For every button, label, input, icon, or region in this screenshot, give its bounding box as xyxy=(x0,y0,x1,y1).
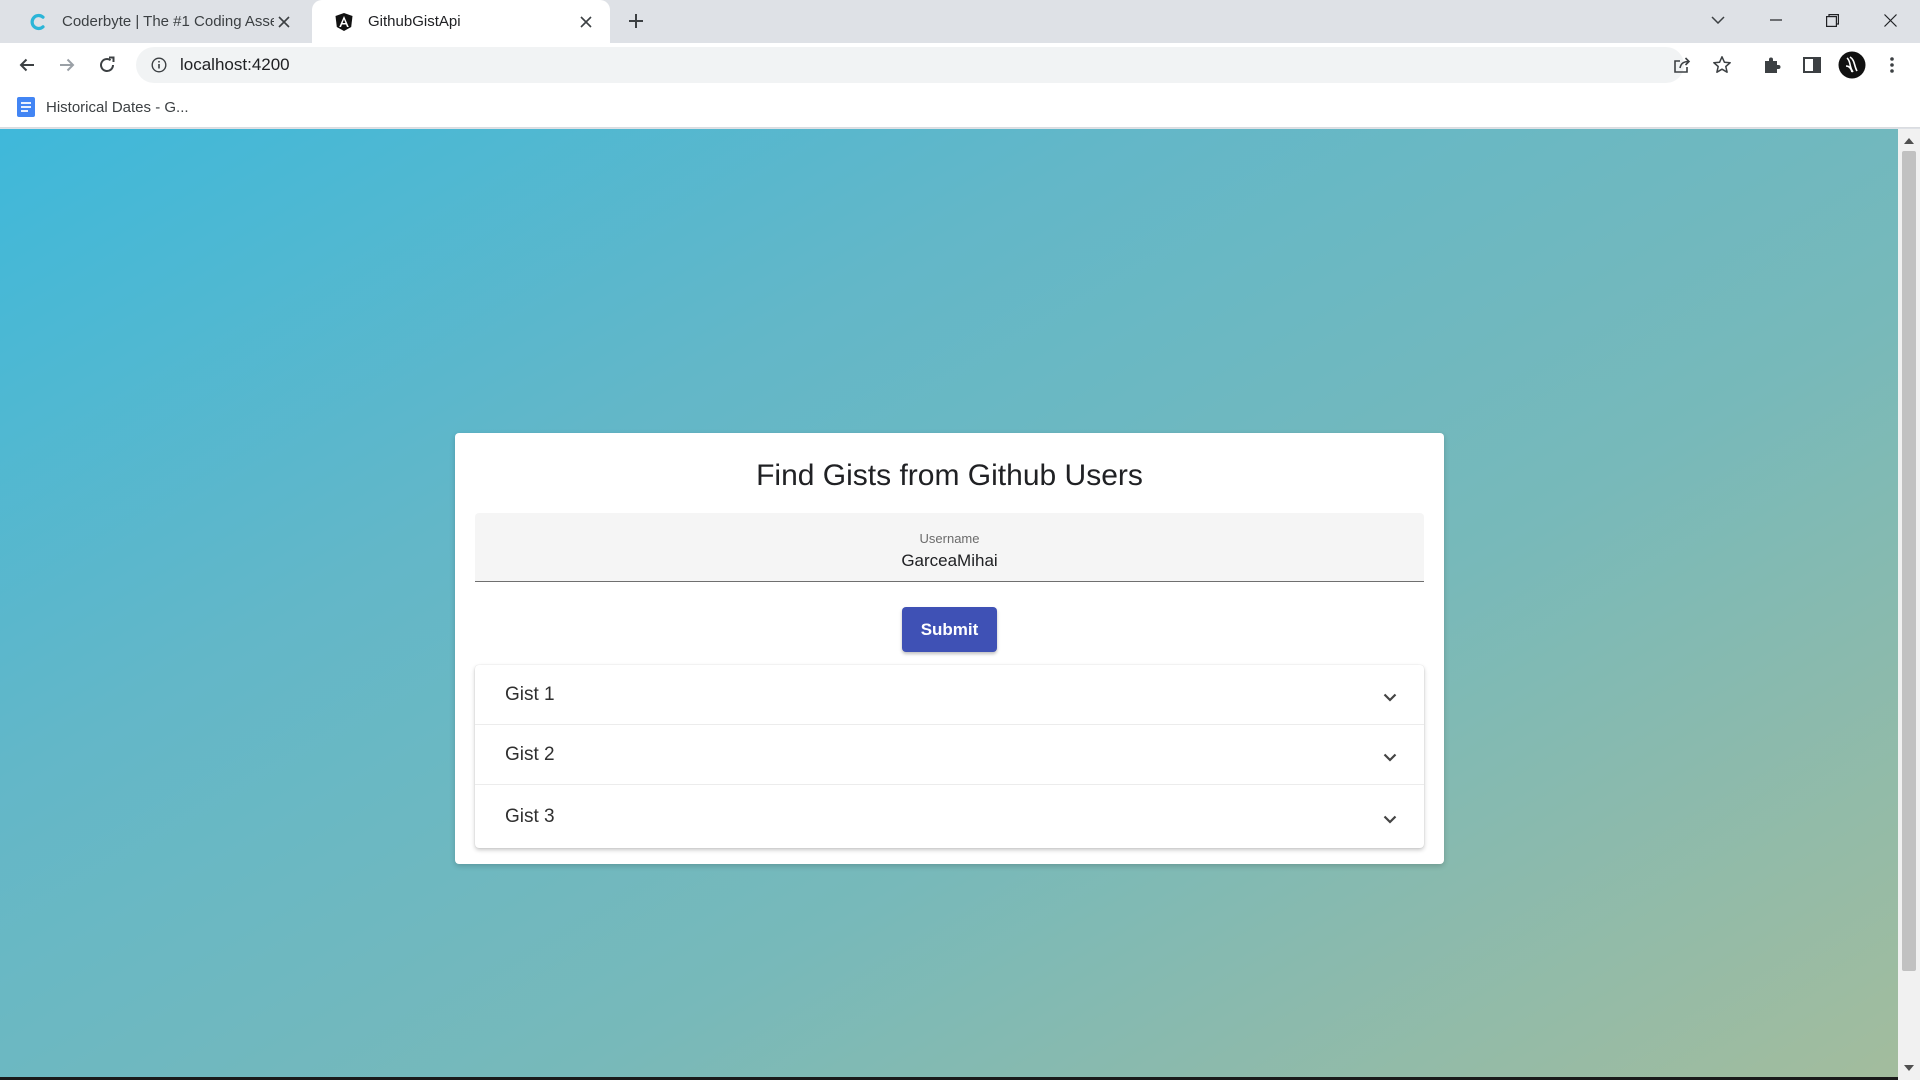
forward-arrow-icon[interactable] xyxy=(51,49,83,81)
submit-button[interactable]: Submit xyxy=(902,607,997,652)
page-scrollbar[interactable] xyxy=(1898,129,1920,1080)
gist-title: Gist 1 xyxy=(505,683,555,705)
google-docs-icon xyxy=(16,96,36,118)
back-arrow-icon[interactable] xyxy=(11,49,43,81)
extensions-puzzle-icon[interactable] xyxy=(1754,47,1790,83)
tab-title: Coderbyte | The #1 Coding Asses xyxy=(62,13,274,30)
scrollbar-thumb[interactable] xyxy=(1902,151,1916,971)
gist-panel[interactable]: Gist 3 xyxy=(475,785,1424,848)
profile-avatar-icon[interactable] xyxy=(1834,47,1870,83)
address-bar[interactable]: localhost:4200 xyxy=(136,47,1684,83)
username-field[interactable]: Username xyxy=(475,513,1424,582)
url-text: localhost:4200 xyxy=(180,55,290,74)
close-tab-icon[interactable] xyxy=(274,12,294,32)
bookmark-historical-dates[interactable]: Historical Dates - G... xyxy=(16,95,189,119)
bookmark-star-icon[interactable] xyxy=(1704,47,1740,83)
gist-panel[interactable]: Gist 2 xyxy=(475,725,1424,785)
username-label: Username xyxy=(919,531,980,546)
tab-coderbyte[interactable]: Coderbyte | The #1 Coding Asses xyxy=(6,0,308,43)
site-info-icon[interactable] xyxy=(150,56,168,74)
side-panel-icon[interactable] xyxy=(1794,47,1830,83)
scroll-up-arrow-icon[interactable] xyxy=(1898,133,1920,149)
tab-title: GithubGistApi xyxy=(368,13,461,30)
search-card: Find Gists from Github Users Username Su… xyxy=(455,433,1444,864)
close-window-icon[interactable] xyxy=(1862,0,1918,40)
tab-strip: Coderbyte | The #1 Coding Asses GithubGi… xyxy=(0,0,1920,43)
scroll-down-arrow-icon[interactable] xyxy=(1898,1060,1920,1076)
share-icon[interactable] xyxy=(1664,47,1700,83)
tab-search-icon[interactable] xyxy=(1690,0,1746,40)
browser-toolbar: localhost:4200 xyxy=(0,43,1920,86)
chevron-down-icon[interactable] xyxy=(1380,810,1400,830)
new-tab-icon[interactable] xyxy=(622,7,650,35)
username-input[interactable] xyxy=(475,549,1424,573)
bookmarks-bar: Historical Dates - G... xyxy=(0,86,1920,128)
gists-accordion: Gist 1 Gist 2 Gist 3 xyxy=(475,665,1424,848)
restore-icon[interactable] xyxy=(1804,0,1860,40)
close-tab-icon[interactable] xyxy=(576,12,596,32)
chevron-down-icon[interactable] xyxy=(1380,748,1400,768)
bookmark-label: Historical Dates - G... xyxy=(46,98,189,116)
tab-githubgistapi[interactable]: GithubGistApi xyxy=(312,0,610,43)
chevron-down-icon[interactable] xyxy=(1380,688,1400,708)
page-viewport: Find Gists from Github Users Username Su… xyxy=(0,129,1898,1080)
page-title: Find Gists from Github Users xyxy=(756,459,1143,492)
kebab-menu-icon[interactable] xyxy=(1874,47,1910,83)
coderbyte-icon xyxy=(28,12,48,32)
angular-icon xyxy=(334,12,354,32)
minimize-icon[interactable] xyxy=(1748,0,1804,40)
gist-title: Gist 2 xyxy=(505,743,555,765)
gist-title: Gist 3 xyxy=(505,805,555,827)
gist-panel[interactable]: Gist 1 xyxy=(475,665,1424,725)
reload-icon[interactable] xyxy=(91,49,123,81)
